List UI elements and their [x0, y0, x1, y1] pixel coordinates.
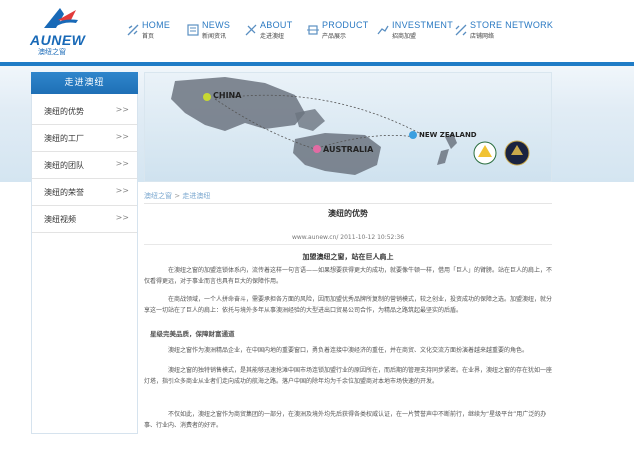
logo-subtitle: 澳纽之窗 [38, 48, 66, 56]
store-network-icon [455, 24, 467, 36]
sidebar-item-label: 澳纽的工厂 [44, 134, 84, 143]
product-icon [307, 25, 319, 35]
sidebar-item-label: 澳纽的荣誉 [44, 188, 84, 197]
nav-home-cn: 首页 [142, 33, 155, 40]
article-meta-divider [144, 244, 552, 245]
article-paragraph: 在商战领域，一个人拼命奋斗，需要承担各方面的风险，因而加盟优秀品牌所复制的营销模… [144, 296, 553, 314]
map-label-new-zealand: NEW ZEALAND [419, 131, 477, 139]
double-chevron-right-icon: >> [115, 105, 129, 114]
china-marker-icon [203, 93, 211, 101]
nav-news[interactable]: NEWS 新闻资讯 [186, 20, 252, 46]
breadcrumb: 澳纽之窗 > 走进澳纽 [144, 191, 210, 201]
article-meta: www.aunew.cn/ 2011-10-12 10:52:36 [291, 234, 405, 241]
article-paragraph: 不仅如此，澳纽之窗作为商贸集团的一部分，在澳洲及境外均先后获得各类权威认证，在一… [144, 411, 547, 429]
double-chevron-right-icon: >> [115, 186, 129, 195]
article-panel: 澳纽之窗 > 走进澳纽 澳纽的优势 www.aunew.cn/ 2011-10-… [144, 182, 552, 451]
breadcrumb-divider [144, 203, 552, 204]
article-paragraph: 澳纽之窗作为澳洲精品企业，在中国内地的重要窗口，勇负着连接中澳经济的重任，并在商… [168, 347, 529, 354]
sidebar-title: 走进澳纽 [31, 72, 138, 94]
nav-investment[interactable]: INVESTMENT 招商加盟 [376, 20, 466, 46]
article-section-heading: 星级完美品质，保障财富通道 [150, 330, 235, 338]
world-map-illustration [171, 77, 530, 175]
article-paragraph: 澳纽之窗的独特销售模式，是其能够迅速抢滩中国市场连锁加盟行业的原因所在，而后期的… [144, 367, 553, 385]
about-icon [245, 24, 257, 36]
article-paragraph: 在澳纽之窗的加盟连锁体系内，流传着这样一句言语——如果想要获得更大的成功，就要像… [144, 267, 553, 285]
nav-product-en: PRODUCT [322, 20, 369, 30]
map-label-china: CHINA [213, 91, 242, 100]
double-chevron-right-icon: >> [115, 213, 129, 222]
logo-name: AUNEW [30, 32, 86, 48]
investment-icon [377, 25, 389, 35]
nav-home-en: HOME [142, 20, 171, 30]
nav-news-cn: 新闻资讯 [202, 33, 227, 40]
breadcrumb-current[interactable]: 走进澳纽 [182, 192, 210, 200]
sidebar-item-video[interactable]: 澳纽视频 >> [32, 206, 137, 233]
article-title: 澳纽的优势 [328, 209, 368, 218]
nav-home[interactable]: HOME 首页 [126, 20, 186, 46]
site-logo[interactable]: AUNEW 澳纽之窗 [30, 6, 90, 56]
site-header: AUNEW 澳纽之窗 HOME 首页 NEWS 新闻资讯 ABOUT 走进澳纽 … [0, 0, 634, 62]
map-banner: CHINA AUSTRALIA NEW ZEALAND [144, 72, 552, 182]
nav-store-network-en: STORE NETWORK [470, 20, 554, 30]
nav-store-network-cn: 店铺网络 [470, 33, 495, 40]
sidebar-item-advantage[interactable]: 澳纽的优势 >> [32, 98, 137, 125]
header-band-line [0, 62, 634, 66]
sidebar-item-label: 澳纽视频 [44, 215, 76, 224]
nav-investment-en: INVESTMENT [392, 20, 454, 30]
sidebar-item-team[interactable]: 澳纽的团队 >> [32, 152, 137, 179]
australia-marker-icon [313, 145, 321, 153]
double-chevron-right-icon: >> [115, 132, 129, 141]
nav-store-network[interactable]: STORE NETWORK 店铺网络 [454, 20, 554, 46]
news-icon [187, 24, 199, 36]
logo-mark-icon [44, 8, 78, 28]
sidebar-menu: 澳纽的优势 >> 澳纽的工厂 >> 澳纽的团队 >> 澳纽的荣誉 >> 澳纽视频… [31, 94, 138, 434]
home-icon [127, 24, 139, 36]
article-subtitle: 加盟澳纽之窗，站在巨人肩上 [302, 253, 394, 261]
sidebar-item-factory[interactable]: 澳纽的工厂 >> [32, 125, 137, 152]
breadcrumb-home-link[interactable]: 澳纽之窗 [144, 192, 172, 200]
nav-product-cn: 产品展示 [322, 33, 347, 40]
breadcrumb-separator: > [174, 192, 181, 200]
nav-investment-cn: 招商加盟 [392, 33, 417, 40]
sidebar-item-honor[interactable]: 澳纽的荣誉 >> [32, 179, 137, 206]
double-chevron-right-icon: >> [115, 159, 129, 168]
sidebar-item-label: 澳纽的团队 [44, 161, 84, 170]
new-zealand-marker-icon [409, 131, 417, 139]
nav-about-cn: 走进澳纽 [260, 33, 285, 40]
map-label-australia: AUSTRALIA [323, 145, 374, 154]
nav-about[interactable]: ABOUT 走进澳纽 [244, 20, 314, 46]
sidebar-item-label: 澳纽的优势 [44, 107, 84, 116]
nav-about-en: ABOUT [260, 20, 293, 30]
nav-news-en: NEWS [202, 20, 231, 30]
nav-product[interactable]: PRODUCT 产品展示 [306, 20, 386, 46]
